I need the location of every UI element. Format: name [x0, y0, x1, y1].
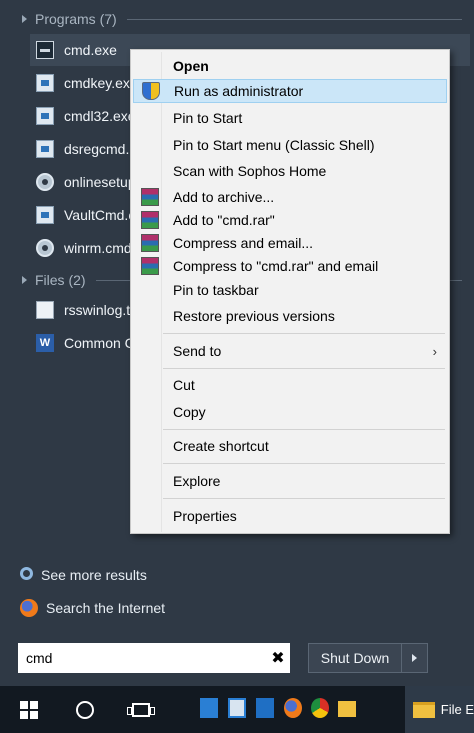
search-input[interactable] — [18, 643, 266, 673]
cortana-button[interactable] — [60, 686, 110, 733]
menu-item-label: Cut — [173, 377, 195, 393]
firefox-taskbar-icon[interactable] — [284, 698, 302, 718]
menu-item-run-as-administrator[interactable]: Run as administrator — [133, 79, 447, 103]
menu-item-label: Restore previous versions — [173, 308, 335, 324]
expand-arrow-icon — [22, 276, 27, 284]
outlook-icon[interactable] — [256, 698, 274, 718]
menu-item-label: Explore — [173, 473, 221, 489]
winrar-icon — [141, 234, 159, 252]
files-header-label: Files (2) — [35, 272, 86, 288]
shutdown-options-arrow-icon[interactable] — [402, 643, 428, 673]
program-icon — [36, 107, 54, 125]
result-label: winrm.cmd — [64, 240, 132, 256]
menu-item-label: Scan with Sophos Home — [173, 163, 327, 179]
submenu-arrow-icon: › — [432, 343, 437, 359]
start-button[interactable] — [4, 686, 54, 733]
menu-separator — [163, 429, 445, 430]
shutdown-group: Shut Down — [308, 643, 428, 673]
program-icon — [36, 140, 54, 158]
text-file-icon — [36, 301, 54, 319]
program-icon — [36, 74, 54, 92]
result-label: cmdl32.exe — [64, 108, 136, 124]
search-internet-link[interactable]: Search the Internet — [20, 595, 165, 621]
menu-item-compress-and-email[interactable]: Compress and email... — [133, 231, 447, 255]
taskbar: File E — [0, 686, 474, 733]
menu-item-pin-to-start[interactable]: Pin to Start — [133, 106, 447, 130]
menu-item-label: Compress to "cmd.rar" and email — [173, 258, 379, 274]
word-doc-icon: W — [36, 334, 54, 352]
menu-item-label: Pin to Start — [173, 110, 243, 126]
menu-item-label: Run as administrator — [174, 83, 304, 99]
search-internet-label: Search the Internet — [46, 600, 166, 616]
menu-item-label: Add to "cmd.rar" — [173, 212, 275, 228]
gear-icon — [36, 239, 54, 257]
menu-item-create-shortcut[interactable]: Create shortcut — [133, 434, 447, 458]
program-icon — [36, 206, 54, 224]
menu-separator — [163, 498, 445, 499]
menu-item-open[interactable]: Open — [133, 54, 447, 78]
windows-logo-icon — [20, 700, 38, 719]
menu-item-send-to[interactable]: Send to › — [133, 339, 447, 363]
window-app-icon[interactable] — [228, 698, 246, 718]
programs-section-header[interactable]: Programs (7) — [0, 7, 474, 31]
file-explorer-taskbar-button[interactable]: File E — [405, 686, 474, 733]
winrar-icon — [141, 188, 159, 206]
menu-separator — [163, 333, 445, 334]
result-label: cmdkey.exe — [64, 75, 138, 91]
menu-separator — [163, 368, 445, 369]
task-view-icon — [127, 702, 155, 717]
menu-item-label: Pin to taskbar — [173, 282, 259, 298]
desktop-app-icon[interactable] — [200, 698, 218, 718]
file-explorer-icon — [413, 701, 435, 718]
menu-item-label: Copy — [173, 404, 206, 420]
menu-item-pin-to-taskbar[interactable]: Pin to taskbar — [133, 278, 447, 302]
result-label: cmd.exe — [64, 42, 117, 58]
context-menu: Open Run as administrator Pin to Start P… — [130, 49, 450, 534]
cmd-icon — [36, 41, 54, 59]
cortana-circle-icon — [76, 700, 94, 719]
folder-icon[interactable] — [338, 701, 356, 717]
menu-item-pin-classic-shell[interactable]: Pin to Start menu (Classic Shell) — [133, 133, 447, 157]
menu-item-restore-previous-versions[interactable]: Restore previous versions — [133, 304, 447, 328]
clear-search-icon[interactable]: ✖ — [266, 648, 290, 668]
menu-item-cut[interactable]: Cut — [133, 373, 447, 397]
winrar-icon — [141, 257, 159, 275]
firefox-icon — [20, 599, 38, 617]
menu-item-compress-cmd-rar-email[interactable]: Compress to "cmd.rar" and email — [133, 254, 447, 278]
menu-item-add-to-archive[interactable]: Add to archive... — [133, 185, 447, 209]
menu-item-scan-sophos[interactable]: Scan with Sophos Home — [133, 159, 447, 183]
menu-item-properties[interactable]: Properties — [133, 504, 447, 528]
see-more-results-label: See more results — [41, 567, 147, 583]
programs-header-label: Programs (7) — [35, 11, 117, 27]
menu-item-label: Add to archive... — [173, 189, 275, 205]
search-box: ✖ — [18, 643, 290, 673]
winrar-icon — [141, 211, 159, 229]
section-divider — [126, 18, 462, 20]
menu-item-label: Open — [173, 58, 209, 74]
file-explorer-label: File E — [440, 702, 474, 717]
menu-item-copy[interactable]: Copy — [133, 400, 447, 424]
uac-shield-icon — [142, 82, 160, 100]
chrome-icon[interactable] — [311, 698, 329, 718]
search-icon — [20, 567, 33, 580]
menu-item-explore[interactable]: Explore — [133, 469, 447, 493]
menu-item-label: Compress and email... — [173, 235, 314, 251]
menu-item-label: Create shortcut — [173, 438, 269, 454]
expand-arrow-icon — [22, 15, 27, 23]
menu-separator — [163, 463, 445, 464]
menu-item-label: Properties — [173, 508, 237, 524]
gear-icon — [36, 173, 54, 191]
shutdown-button[interactable]: Shut Down — [308, 643, 402, 673]
task-view-button[interactable] — [116, 686, 166, 733]
menu-item-add-to-cmd-rar[interactable]: Add to "cmd.rar" — [133, 208, 447, 232]
menu-item-label: Send to — [173, 343, 222, 359]
see-more-results-link[interactable]: See more results — [20, 562, 147, 588]
menu-item-label: Pin to Start menu (Classic Shell) — [173, 137, 375, 153]
